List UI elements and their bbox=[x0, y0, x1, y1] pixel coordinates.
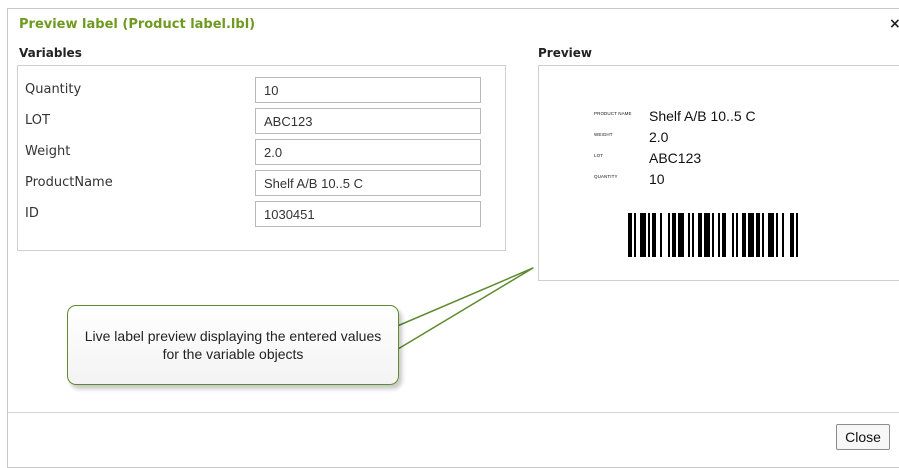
callout-pointer bbox=[387, 267, 534, 356]
callout-tooltip: Live label preview displaying the entere… bbox=[67, 305, 399, 385]
footer-divider bbox=[8, 412, 899, 413]
close-button[interactable]: Close bbox=[836, 424, 890, 450]
